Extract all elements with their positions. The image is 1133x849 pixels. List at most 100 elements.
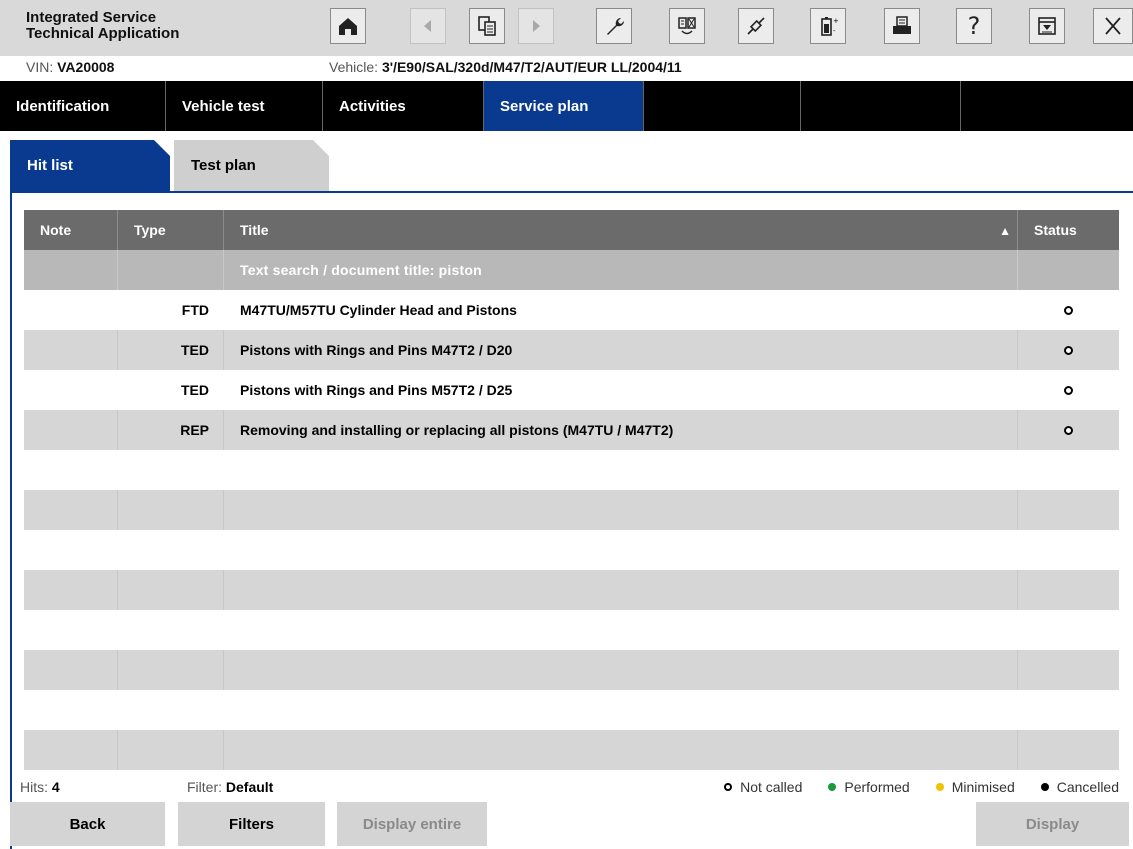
wrench-icon: [607, 18, 624, 35]
service-functions-button[interactable]: [596, 8, 632, 44]
back-button[interactable]: Back: [10, 802, 165, 846]
row-note: [24, 290, 118, 330]
forward-nav-button[interactable]: [518, 8, 554, 44]
vin-field: VIN: VA20008: [26, 59, 114, 75]
row-type: TED: [118, 330, 224, 370]
vin-value: VA20008: [57, 59, 115, 75]
back-nav-button[interactable]: [410, 8, 446, 44]
row-status: [1018, 290, 1119, 330]
home-icon: [339, 18, 357, 35]
filter-label: Filter:: [187, 779, 222, 795]
nav-tab-identification[interactable]: Identification: [0, 81, 166, 131]
nav-tab-vehicle-test[interactable]: Vehicle test: [166, 81, 323, 131]
table-row[interactable]: FTD M47TU/M57TU Cylinder Head and Piston…: [24, 290, 1119, 330]
empty-table-row: [24, 690, 1119, 730]
empty-table-row: [24, 650, 1119, 690]
hits-count: Hits: 4: [20, 779, 60, 795]
search-criteria-text: Text search / document title: piston: [224, 250, 1018, 290]
table-row[interactable]: REP Removing and installing or replacing…: [24, 410, 1119, 450]
tab-hit-list[interactable]: Hit list: [10, 140, 170, 191]
column-header-type[interactable]: Type: [118, 210, 224, 250]
app-title-line2: Technical Application: [26, 25, 180, 42]
column-header-status[interactable]: Status: [1018, 210, 1119, 250]
close-icon: [1105, 17, 1121, 35]
documents-icon: [478, 16, 496, 36]
status-legend: Not called Performed Minimised Cancelled: [724, 779, 1119, 795]
vin-label: VIN:: [26, 59, 54, 75]
row-status: [1018, 410, 1119, 450]
empty-table-row: [24, 570, 1119, 610]
row-type: FTD: [118, 290, 224, 330]
vehicle-label: Vehicle:: [329, 59, 379, 75]
documents-button[interactable]: [469, 8, 505, 44]
minimise-button[interactable]: [1029, 8, 1065, 44]
row-status: [1018, 330, 1119, 370]
row-note: [24, 330, 118, 370]
battery-button[interactable]: + -: [810, 8, 846, 44]
back-arrow-icon: [424, 20, 431, 32]
table-row[interactable]: TED Pistons with Rings and Pins M47T2 / …: [24, 330, 1119, 370]
vehicle-field: Vehicle: 3'/E90/SAL/320d/M47/T2/AUT/EUR …: [329, 59, 682, 75]
nav-tab-activities[interactable]: Activities: [323, 81, 484, 131]
row-status: [1018, 370, 1119, 410]
print-button[interactable]: [884, 8, 920, 44]
table-row[interactable]: TED Pistons with Rings and Pins M57T2 / …: [24, 370, 1119, 410]
hits-label: Hits:: [20, 779, 48, 795]
legend-cancelled: Cancelled: [1040, 779, 1119, 795]
connection-button[interactable]: [738, 8, 774, 44]
home-button[interactable]: [330, 8, 366, 44]
row-note: [24, 370, 118, 410]
main-navigation: Identification Vehicle test Activities S…: [0, 81, 1133, 131]
tab-test-plan[interactable]: Test plan: [174, 140, 329, 191]
nav-tab-empty-2: [801, 81, 961, 131]
vehicle-info-bar: VIN: VA20008 Vehicle: 3'/E90/SAL/320d/M4…: [0, 56, 1133, 78]
help-icon: ?: [967, 12, 981, 40]
legend-minimised: Minimised: [935, 779, 1015, 795]
connection-icon: [747, 17, 765, 35]
nav-tab-empty-3: [961, 81, 1133, 131]
legend-performed-label: Performed: [844, 779, 910, 795]
legend-minimised-label: Minimised: [951, 779, 1015, 795]
empty-table-row: [24, 610, 1119, 650]
filters-button[interactable]: Filters: [178, 802, 325, 846]
legend-cancelled-label: Cancelled: [1056, 779, 1119, 795]
empty-table-row: [24, 730, 1119, 770]
diagnosis-icon: [678, 17, 696, 35]
empty-table-row: [24, 490, 1119, 530]
svg-text:-: -: [833, 27, 836, 35]
diagnosis-button[interactable]: [669, 8, 705, 44]
status-not-called-icon: [1064, 305, 1073, 315]
cancelled-dot-icon: [1040, 783, 1049, 791]
table-header: Note Type Title ▲ Status: [24, 210, 1119, 250]
search-row-status: [1018, 250, 1119, 290]
display-entire-button[interactable]: Display entire: [337, 802, 487, 846]
vehicle-value: 3'/E90/SAL/320d/M47/T2/AUT/EUR LL/2004/1…: [381, 59, 682, 75]
column-header-title-label: Title: [240, 222, 269, 238]
column-header-title[interactable]: Title ▲: [224, 210, 1018, 250]
row-type: REP: [118, 410, 224, 450]
status-not-called-icon: [1064, 385, 1073, 395]
empty-table-row: [24, 450, 1119, 490]
sort-ascending-icon: ▲: [999, 224, 1011, 238]
performed-dot-icon: [828, 783, 837, 791]
filter-value: Default: [225, 779, 274, 795]
not-called-dot-icon: [724, 783, 733, 791]
battery-icon: +-: [821, 17, 839, 36]
column-header-note[interactable]: Note: [24, 210, 118, 250]
hits-value: 4: [51, 779, 60, 795]
nav-tab-service-plan[interactable]: Service plan: [484, 81, 644, 131]
search-row-note: [24, 250, 118, 290]
row-title: Pistons with Rings and Pins M57T2 / D25: [224, 370, 1018, 410]
help-button[interactable]: ?: [956, 8, 992, 44]
search-row-type: [118, 250, 224, 290]
legend-not-called: Not called: [724, 779, 802, 795]
svg-text:+: +: [833, 17, 839, 25]
empty-table-row: [24, 530, 1119, 570]
display-button[interactable]: Display: [976, 802, 1129, 846]
minimised-dot-icon: [935, 783, 944, 791]
filter-info: Filter: Default: [187, 779, 273, 795]
app-title-line1: Integrated Service: [26, 9, 157, 26]
legend-not-called-label: Not called: [740, 779, 803, 795]
close-button[interactable]: [1093, 8, 1133, 44]
minimise-icon: [1038, 17, 1056, 35]
